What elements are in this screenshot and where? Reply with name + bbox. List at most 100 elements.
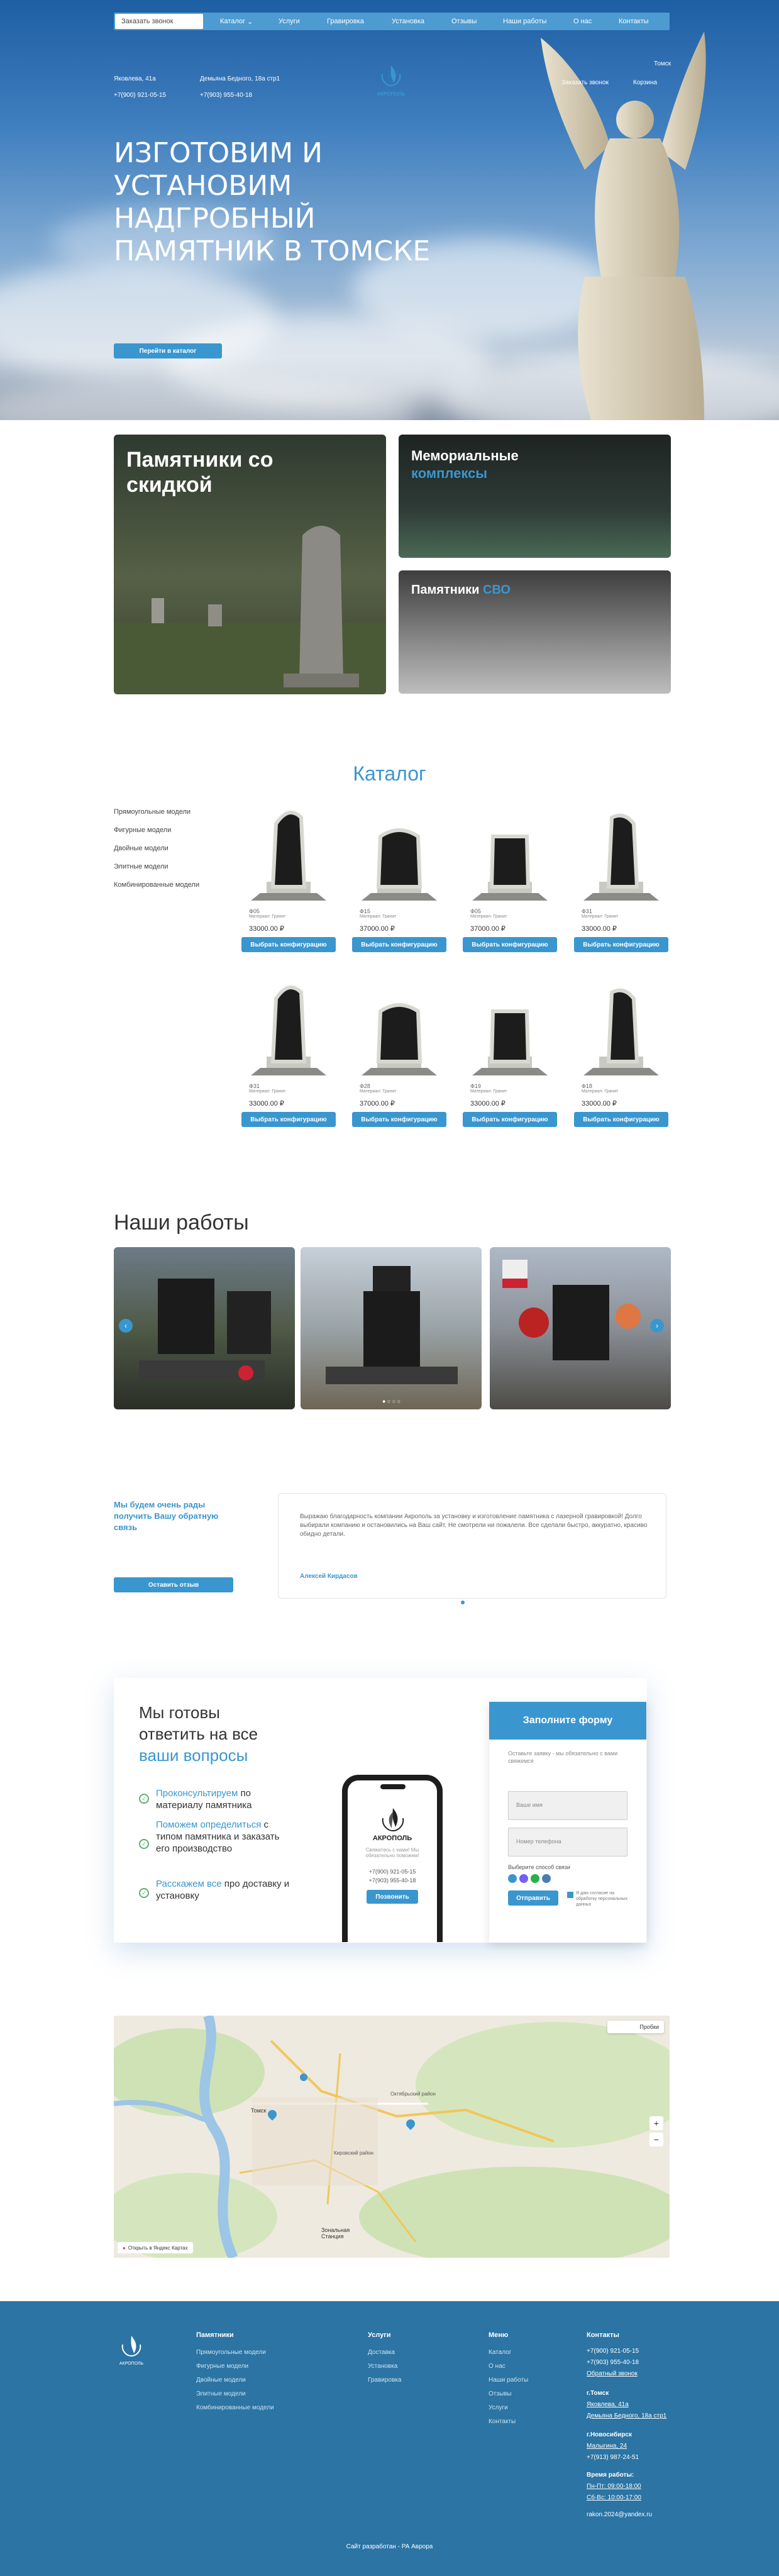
footer-logo-text: АКРОПОЛЬ xyxy=(119,2362,144,2366)
product-card[interactable]: Ф18 Материал: Гранит 33000.00 ₽ Выбрать кон… xyxy=(574,974,668,1140)
product-card[interactable]: Ф31 Материал: Гранит 33000.00 ₽ Выбрать кон… xyxy=(574,799,668,965)
monument-image xyxy=(472,835,548,901)
nav-reviews[interactable]: Отзывы xyxy=(451,13,477,30)
choose-config-button[interactable]: Выбрать конфигурацию xyxy=(574,1112,668,1127)
nav-engraving[interactable]: Гравировка xyxy=(327,13,364,30)
footer-menu-contacts[interactable]: Контакты xyxy=(489,2418,516,2425)
product-card[interactable]: Ф15 Материал: Гранит 37000.00 ₽ Выбрать кон… xyxy=(352,799,446,965)
product-card[interactable]: Ф28 Материал: Гранит 37000.00 ₽ Выбрать кон… xyxy=(352,974,446,1140)
phone-call-icon[interactable] xyxy=(542,1874,551,1883)
product-sku: Ф05 xyxy=(470,908,481,914)
zoom-out-button[interactable]: − xyxy=(649,2133,663,2146)
promo-memorial-card[interactable]: Мемориальные комплексы xyxy=(399,435,671,558)
nav-works[interactable]: Наши работы xyxy=(503,13,546,30)
nav-installation[interactable]: Установка xyxy=(392,13,424,30)
choose-config-button[interactable]: Выбрать конфигурацию xyxy=(352,937,446,952)
footer-link-combined[interactable]: Комбинированные модели xyxy=(196,2404,274,2411)
footer-menu-reviews[interactable]: Отзывы xyxy=(489,2390,512,2397)
product-card[interactable]: Ф05 Материал: Гранит 33000.00 ₽ Выбрать кон… xyxy=(241,799,336,965)
category-double[interactable]: Двойные модели xyxy=(114,845,169,852)
phone-field[interactable]: Номер телефона xyxy=(508,1828,627,1857)
call-button[interactable]: Позвонить xyxy=(367,1890,418,1904)
map-location-icon[interactable] xyxy=(300,2074,307,2081)
category-elite[interactable]: Элитные модели xyxy=(114,863,168,870)
footer-link-rect[interactable]: Прямоугольные модели xyxy=(196,2349,266,2356)
footer-email[interactable]: rakon.2024@yandex.ru xyxy=(587,2511,652,2518)
phone-number-1[interactable]: +7(900) 921-05-15 xyxy=(355,1868,429,1875)
consent-checkbox[interactable] xyxy=(567,1892,573,1898)
review-pagination-dot[interactable] xyxy=(461,1601,465,1604)
nav-contacts[interactable]: Контакты xyxy=(619,13,649,30)
footer-menu-about[interactable]: О нас xyxy=(489,2363,506,2370)
promo-svo-card[interactable]: Памятники СВО xyxy=(399,570,671,694)
callback-search-field[interactable]: Заказать звонок xyxy=(115,14,203,29)
phone-logo-icon xyxy=(382,1808,404,1832)
product-card[interactable]: Ф19 Материал: Гранит 33000.00 ₽ Выбрать кон… xyxy=(463,974,557,1140)
footer-link-engraving[interactable]: Гравировка xyxy=(368,2377,401,2384)
category-combined[interactable]: Комбинированные модели xyxy=(114,881,199,889)
phone-number-2[interactable]: +7(903) 955-40-18 xyxy=(355,1877,429,1884)
choose-config-button[interactable]: Выбрать конфигурацию xyxy=(574,937,668,952)
nav-catalog[interactable]: Каталог ⌄ xyxy=(220,13,253,30)
city-selector[interactable]: Томск xyxy=(654,60,671,67)
choose-config-button[interactable]: Выбрать конфигурацию xyxy=(463,937,557,952)
footer-menu-services[interactable]: Услуги xyxy=(489,2404,508,2411)
footer-link-elite[interactable]: Элитные модели xyxy=(196,2390,246,2397)
name-field[interactable]: Ваше имя xyxy=(508,1791,627,1820)
cart-link[interactable]: Корзина xyxy=(633,79,657,86)
category-figured[interactable]: Фигурные модели xyxy=(114,826,171,834)
leave-review-button[interactable]: Оставить отзыв xyxy=(114,1577,233,1592)
product-card[interactable]: Ф05 Материал: Гранит 37000.00 ₽ Выбрать кон… xyxy=(463,799,557,965)
choose-config-button[interactable]: Выбрать конфигурацию xyxy=(352,1112,446,1127)
monument-image xyxy=(583,813,659,901)
footer-callback-link[interactable]: Обратный звонок xyxy=(587,2370,638,2377)
footer-phone-2[interactable]: +7(903) 955-40-18 xyxy=(587,2359,639,2366)
footer-address-2[interactable]: Демьяна Бедного, 18а стр1 xyxy=(587,2412,666,2419)
footer-address-3[interactable]: Малыгина, 24 xyxy=(587,2443,627,2450)
works-next-arrow[interactable]: › xyxy=(650,1319,664,1333)
footer-link-delivery[interactable]: Доставка xyxy=(368,2349,395,2356)
nav-about[interactable]: О нас xyxy=(573,13,592,30)
form-panel: Заполните форму Оставьте заявку - мы обя… xyxy=(489,1702,646,1943)
nav-services[interactable]: Услуги xyxy=(279,13,300,30)
footer-phone-1[interactable]: +7(900) 921-05-15 xyxy=(587,2348,639,2355)
open-in-yandex-link[interactable]: ● Открыть в Яндекс Картах xyxy=(118,2242,193,2253)
header-callback-link[interactable]: Заказать звонок xyxy=(561,79,609,86)
footer-phone-3[interactable]: +7(913) 987-24-51 xyxy=(587,2454,639,2461)
footer-link-figured[interactable]: Фигурные модели xyxy=(196,2363,248,2370)
slider-dots[interactable]: ● ○ ○ ○ xyxy=(382,1398,401,1404)
footer-logo[interactable]: АКРОПОЛЬ xyxy=(114,2333,149,2366)
work-photo-1-image xyxy=(139,1279,271,1380)
phone-2[interactable]: +7(903) 955-40-18 xyxy=(200,92,252,99)
promo-discount-card[interactable]: Памятники со скидкой xyxy=(114,435,386,694)
footer-menu-catalog[interactable]: Каталог xyxy=(489,2349,511,2356)
monument-image xyxy=(251,811,326,901)
submit-button[interactable]: Отправить xyxy=(508,1890,558,1906)
footer-link-double[interactable]: Двойные модели xyxy=(196,2377,246,2384)
whatsapp-icon[interactable] xyxy=(531,1874,539,1883)
viber-icon[interactable] xyxy=(519,1874,528,1883)
product-card[interactable]: Ф31 Материал: Гранит 33000.00 ₽ Выбрать кон… xyxy=(241,974,336,1140)
go-to-catalog-button[interactable]: Перейти в каталог xyxy=(114,343,222,358)
traffic-button[interactable]: Пробки xyxy=(607,2021,664,2033)
footer-menu-works[interactable]: Наши работы xyxy=(489,2377,528,2384)
review-card: Выражаю благодарность компании Акрополь … xyxy=(278,1493,666,1599)
work-photo-1[interactable] xyxy=(114,1247,295,1409)
category-rectangular[interactable]: Прямоугольные модели xyxy=(114,808,191,816)
footer-link-installation[interactable]: Установка xyxy=(368,2363,397,2370)
phone-1[interactable]: +7(900) 921-05-15 xyxy=(114,92,166,99)
logo[interactable]: АКРОПОЛЬ xyxy=(373,63,409,97)
telegram-icon[interactable] xyxy=(508,1874,517,1883)
footer-hours-title: Время работы: xyxy=(587,2472,634,2479)
choose-config-button[interactable]: Выбрать конфигурацию xyxy=(241,937,336,952)
choose-config-button[interactable]: Выбрать конфигурацию xyxy=(463,1112,557,1127)
footer-credit[interactable]: Сайт разработан - РА Аврора xyxy=(0,2543,779,2550)
work-photo-2[interactable]: ● ○ ○ ○ xyxy=(301,1247,482,1409)
works-prev-arrow[interactable]: ‹ xyxy=(119,1319,133,1333)
work-photo-3[interactable] xyxy=(490,1247,671,1409)
choose-config-button[interactable]: Выбрать конфигурацию xyxy=(241,1112,336,1127)
footer-address-1[interactable]: Яковлева, 41а xyxy=(587,2401,629,2408)
location-map[interactable]: Томск Кировский район Октябрьский район … xyxy=(114,2016,670,2258)
zoom-in-button[interactable]: + xyxy=(649,2116,663,2130)
check-icon: ✓ xyxy=(139,1839,149,1849)
